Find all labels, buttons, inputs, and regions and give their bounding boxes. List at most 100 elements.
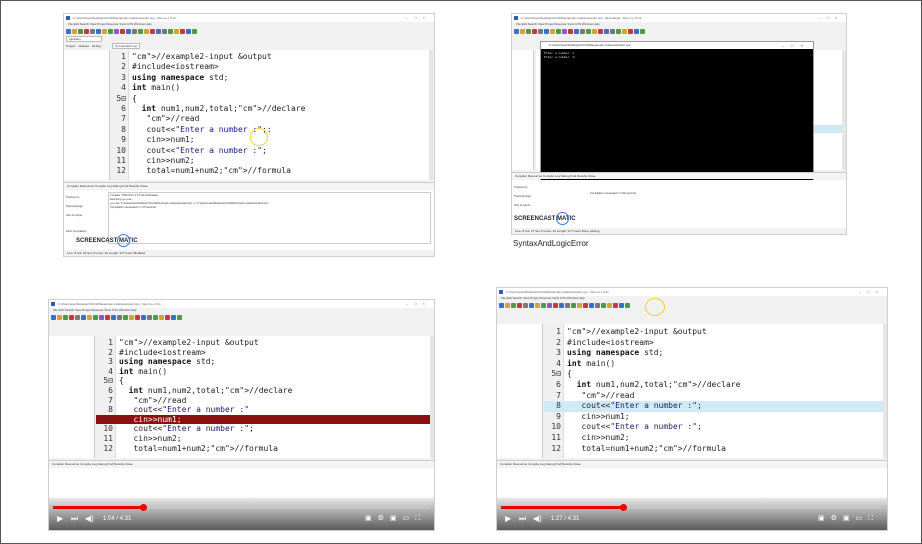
toolbar-button-icon[interactable] bbox=[526, 28, 531, 34]
toolbar-button-icon[interactable] bbox=[126, 28, 131, 34]
toolbar-button-icon[interactable] bbox=[514, 28, 519, 34]
toolbar-button-icon[interactable] bbox=[589, 302, 594, 308]
toolbar-button-icon[interactable] bbox=[517, 302, 522, 308]
window-controls[interactable]: –□× bbox=[818, 14, 843, 22]
code-line[interactable]: 9 cin>>num1; bbox=[111, 135, 429, 145]
next-icon[interactable]: ⏭ bbox=[71, 514, 78, 524]
toolbar-button-icon[interactable] bbox=[105, 314, 110, 320]
panel-tabs[interactable]: Project Classes Debug bbox=[64, 43, 104, 49]
bottom-tabs[interactable]: Compiler Resources Compile Log Debug Fin… bbox=[512, 172, 846, 179]
video-progress-bar[interactable] bbox=[53, 504, 430, 511]
code-line[interactable]: 6 int num1,num2,total;"cm">//declare bbox=[111, 104, 429, 114]
code-line[interactable]: 5⊟ { bbox=[96, 376, 430, 386]
toolbar-button-icon[interactable] bbox=[132, 28, 137, 34]
toolbar-button-icon[interactable] bbox=[156, 28, 161, 34]
code-line[interactable]: 1 "cm">//example2-input &output bbox=[96, 338, 430, 348]
toolbar-button-icon[interactable] bbox=[586, 28, 591, 34]
code-line[interactable]: 6 int num1,num2,total;"cm">//declare bbox=[544, 380, 883, 391]
window-controls[interactable]: –□× bbox=[406, 14, 431, 22]
toolbar-button-icon[interactable] bbox=[159, 314, 164, 320]
progress-knob[interactable] bbox=[620, 504, 628, 511]
code-line[interactable]: 4 int main() bbox=[96, 367, 430, 377]
video-controls[interactable]: ▶ ⏭ ◀) 1:27 / 4:31 ▣⚙▣▭⛶ bbox=[497, 496, 887, 530]
bottom-tabs[interactable]: Compiler Resources Compile Log Debug Fin… bbox=[497, 460, 887, 467]
toolbar[interactable] bbox=[51, 313, 432, 321]
toolbar-button-icon[interactable] bbox=[601, 302, 606, 308]
toolbar-button-icon[interactable] bbox=[144, 28, 149, 34]
code-line[interactable]: 10 cout<<"Enter a number :"; bbox=[544, 422, 883, 433]
code-line[interactable]: 3 using namespace std; bbox=[96, 357, 430, 367]
next-icon[interactable]: ⏭ bbox=[519, 514, 526, 524]
volume-icon[interactable]: ◀) bbox=[533, 514, 542, 524]
toolbar-button-icon[interactable] bbox=[541, 302, 546, 308]
toolbar-button-icon[interactable] bbox=[619, 302, 624, 308]
code-editor[interactable]: 1 "cm">//example2-input &output 2 #include<… bbox=[544, 324, 887, 458]
toolbar-button-icon[interactable] bbox=[571, 302, 576, 308]
play-icon[interactable]: ▶ bbox=[505, 514, 511, 524]
toolbar-button-icon[interactable] bbox=[99, 314, 104, 320]
toolbar-button-icon[interactable] bbox=[559, 302, 564, 308]
toolbar-button-icon[interactable] bbox=[625, 302, 630, 308]
volume-icon[interactable]: ◀) bbox=[85, 514, 94, 524]
toolbar-button-icon[interactable] bbox=[120, 28, 125, 34]
code-line[interactable]: 2 #include<iostream> bbox=[111, 62, 429, 72]
play-icon[interactable]: ▶ bbox=[57, 514, 63, 524]
toolbar-button-icon[interactable] bbox=[153, 314, 158, 320]
toolbar-button-icon[interactable] bbox=[75, 314, 80, 320]
toolbar-button-icon[interactable] bbox=[568, 28, 573, 34]
code-line[interactable]: 11 cin>>num2; bbox=[111, 156, 429, 166]
toolbar-button-icon[interactable] bbox=[610, 28, 615, 34]
toolbar-button-icon[interactable] bbox=[63, 314, 68, 320]
toolbar-button-icon[interactable] bbox=[57, 314, 62, 320]
code-line[interactable]: 5⊟ { bbox=[111, 94, 429, 104]
toolbar-button-icon[interactable] bbox=[613, 302, 618, 308]
toolbar-button-icon[interactable] bbox=[81, 314, 86, 320]
window-controls[interactable]: –□× bbox=[406, 300, 431, 308]
toolbar-button-icon[interactable] bbox=[505, 302, 510, 308]
toolbar-button-icon[interactable] bbox=[108, 28, 113, 34]
code-line[interactable]: 7 "cm">//read bbox=[96, 396, 430, 406]
toolbar-button-icon[interactable] bbox=[186, 28, 191, 34]
editor-scrollbar[interactable] bbox=[430, 336, 434, 458]
code-line[interactable]: 12 total=num1+num2;"cm">//formula bbox=[544, 444, 883, 455]
toolbar-button-icon[interactable] bbox=[51, 314, 56, 320]
toolbar[interactable] bbox=[514, 27, 844, 35]
toolbar-button-icon[interactable] bbox=[96, 28, 101, 34]
video-frame-bottom-right[interactable]: C:\Users\user\Desktop\CIC1100\example co… bbox=[496, 287, 888, 531]
toolbar-button-icon[interactable] bbox=[592, 28, 597, 34]
toolbar-button-icon[interactable] bbox=[171, 314, 176, 320]
toolbar-button-icon[interactable] bbox=[547, 302, 552, 308]
toolbar-button-icon[interactable] bbox=[117, 314, 122, 320]
tab-debug[interactable]: Debug bbox=[92, 43, 101, 49]
toolbar-button-icon[interactable] bbox=[595, 302, 600, 308]
toolbar[interactable] bbox=[499, 301, 885, 309]
toolbar-button-icon[interactable] bbox=[616, 28, 621, 34]
toolbar-button-icon[interactable] bbox=[162, 28, 167, 34]
code-line[interactable]: 11 cin>>num2; bbox=[544, 433, 883, 444]
toolbar-button-icon[interactable] bbox=[535, 302, 540, 308]
code-line[interactable]: 4 int main() bbox=[544, 359, 883, 370]
code-line[interactable]: 3 using namespace std; bbox=[111, 73, 429, 83]
code-line[interactable]: 2 #include<iostream> bbox=[544, 338, 883, 349]
video-controls[interactable]: ▶ ⏭ ◀) 1:04 / 4:31 ▣⚙▣▭⛶ bbox=[49, 496, 434, 530]
toolbar-button-icon[interactable] bbox=[565, 302, 570, 308]
toolbar-button-icon[interactable] bbox=[174, 28, 179, 34]
toolbar-button-icon[interactable] bbox=[69, 314, 74, 320]
code-line[interactable]: 5⊟ { bbox=[544, 369, 883, 380]
toolbar-button-icon[interactable] bbox=[90, 28, 95, 34]
toolbar-button-icon[interactable] bbox=[138, 28, 143, 34]
bottom-tabs[interactable]: Compiler Resources Compile Log Debug Fin… bbox=[49, 460, 434, 467]
code-line[interactable]: 7 "cm">//read bbox=[544, 391, 883, 402]
editor-scrollbar[interactable] bbox=[883, 324, 887, 458]
code-line[interactable]: 10 cout<<"Enter a number :"; bbox=[96, 424, 430, 434]
bottom-tabs[interactable]: Compiler Resources Compile Log Debug Fin… bbox=[64, 182, 434, 189]
toolbar-button-icon[interactable] bbox=[141, 314, 146, 320]
code-line[interactable]: 8 cout<<"Enter a number :" bbox=[96, 405, 430, 415]
code-line[interactable]: 9 cin>>num1; bbox=[544, 412, 883, 423]
toolbar-button-icon[interactable] bbox=[78, 28, 83, 34]
toolbar-button-icon[interactable] bbox=[177, 314, 182, 320]
toolbar-button-icon[interactable] bbox=[604, 28, 609, 34]
toolbar-button-icon[interactable] bbox=[499, 302, 504, 308]
toolbar-button-icon[interactable] bbox=[123, 314, 128, 320]
console-window-controls[interactable]: –□× bbox=[782, 42, 810, 49]
